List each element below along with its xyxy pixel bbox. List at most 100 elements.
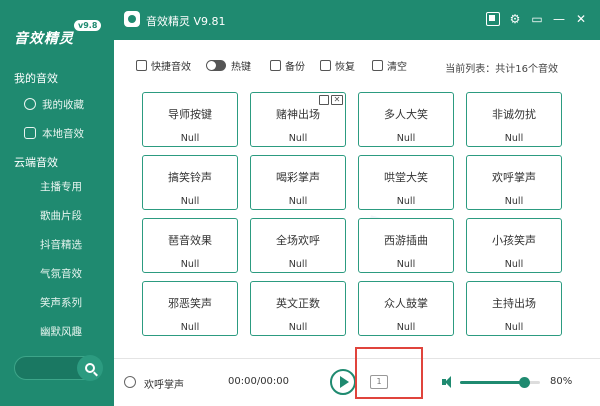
sound-name: 喝彩掌声 xyxy=(276,171,320,184)
hotkey-value: Null xyxy=(396,196,416,207)
play-button[interactable] xyxy=(330,369,356,395)
sound-name: 西游插曲 xyxy=(384,234,428,247)
clear-button[interactable]: 清空 xyxy=(372,58,407,73)
sound-card[interactable]: 琶音效果 Null xyxy=(142,218,238,273)
hotkey-value: Null xyxy=(504,259,524,270)
sidebar-item-song-clips[interactable]: 歌曲片段 xyxy=(0,203,114,227)
hotkey-value: Null xyxy=(180,196,200,207)
sidebar: 音效精灵 v9.8 我的音效 我的收藏 本地音效 云端音效 主播专用 歌曲片段 … xyxy=(0,0,114,406)
sound-card[interactable]: 邪恶笑声 Null xyxy=(142,281,238,336)
sound-name: 哄堂大笑 xyxy=(384,171,428,184)
sidebar-item-label: 本地音效 xyxy=(42,127,84,140)
sound-card[interactable]: ✕ 赌神出场 Null xyxy=(250,92,346,147)
list-icon xyxy=(136,60,147,71)
volume-icon[interactable] xyxy=(442,376,454,388)
sound-card[interactable]: 小孩笑声 Null xyxy=(466,218,562,273)
sound-name: 小孩笑声 xyxy=(492,234,536,247)
restore-button[interactable]: 恢复 xyxy=(320,58,355,73)
hotkey-value: Null xyxy=(288,322,308,333)
sound-name: 主持出场 xyxy=(492,297,536,310)
sound-card[interactable]: 英文正数 Null xyxy=(250,281,346,336)
sound-card[interactable]: 欢呼掌声 Null xyxy=(466,155,562,210)
volume-knob[interactable] xyxy=(519,377,530,388)
section-my-sounds: 我的音效 xyxy=(14,72,58,85)
title-bar: 音效精灵 V9.81 ⚙ ▭ — ✕ xyxy=(114,0,600,40)
local-folder-icon xyxy=(24,127,36,139)
now-playing-title: 欢呼掌声 xyxy=(144,380,184,391)
sidebar-item-douyin[interactable]: 抖音精选 xyxy=(0,232,114,256)
toggle-switch[interactable] xyxy=(206,60,226,71)
sound-name: 多人大笑 xyxy=(384,108,428,121)
sidebar-item-favorites[interactable]: 我的收藏 xyxy=(0,92,114,116)
logo-text: 音效精灵 xyxy=(14,31,74,47)
sound-name: 琶音效果 xyxy=(168,234,212,247)
sidebar-item-atmosphere[interactable]: 气氛音效 xyxy=(0,261,114,285)
hotkey-value: Null xyxy=(180,133,200,144)
sound-card[interactable]: 非诚勿扰 Null xyxy=(466,92,562,147)
sound-name: 导师按键 xyxy=(168,108,212,121)
hotkey-value: Null xyxy=(504,322,524,333)
sound-name: 赌神出场 xyxy=(276,108,320,121)
highlight-box xyxy=(355,347,423,399)
list-status: 当前列表：共计16个音效 xyxy=(445,64,558,75)
sound-name: 欢呼掌声 xyxy=(492,171,536,184)
volume-fill xyxy=(460,381,524,384)
sound-name: 搞笑铃声 xyxy=(168,171,212,184)
quick-sounds-button[interactable]: 快捷音效 xyxy=(136,58,191,73)
sound-card[interactable]: 哄堂大笑 Null xyxy=(358,155,454,210)
app-logo: 音效精灵 v9.8 xyxy=(8,14,108,50)
volume-slider[interactable] xyxy=(460,377,540,388)
sidebar-item-laughter[interactable]: 笑声系列 xyxy=(0,290,114,314)
trash-icon xyxy=(372,60,383,71)
skin-icon[interactable] xyxy=(486,12,500,26)
hotkey-value: Null xyxy=(396,259,416,270)
section-cloud-sounds: 云端音效 xyxy=(14,156,58,169)
sound-card[interactable]: 导师按键 Null xyxy=(142,92,238,147)
edit-icon[interactable] xyxy=(319,95,329,105)
sidebar-item-local[interactable]: 本地音效 xyxy=(0,121,114,145)
close-icon[interactable]: ✕ xyxy=(574,12,588,26)
sound-card[interactable]: 全场欢呼 Null xyxy=(250,218,346,273)
volume-percent: 80% xyxy=(550,376,573,387)
backup-button[interactable]: 备份 xyxy=(270,58,305,73)
loop-mode-button[interactable]: 1 xyxy=(370,375,388,389)
hotkey-value: Null xyxy=(504,133,524,144)
app-icon xyxy=(124,11,140,27)
hotkey-value: Null xyxy=(396,133,416,144)
sound-name: 非诚勿扰 xyxy=(492,108,536,121)
backup-icon xyxy=(270,60,281,71)
playback-time: 00:00/00:00 xyxy=(228,376,290,387)
sound-card[interactable]: 西游插曲 Null xyxy=(358,218,454,273)
sidebar-item-label: 我的收藏 xyxy=(42,98,84,111)
clear-label: 清空 xyxy=(387,62,407,73)
sound-name: 英文正数 xyxy=(276,297,320,310)
hotkey-toggle[interactable]: 热键 xyxy=(206,58,251,73)
sound-card[interactable]: 主持出场 Null xyxy=(466,281,562,336)
minimize-to-tray-icon[interactable]: ▭ xyxy=(530,12,544,26)
toolbar: 快捷音效 热键 备份 恢复 清空 当前列表：共计16个音效 xyxy=(114,50,600,80)
hotkey-label: 热键 xyxy=(231,62,251,73)
now-playing-icon xyxy=(124,376,136,388)
quick-sounds-label: 快捷音效 xyxy=(151,62,191,73)
restore-label: 恢复 xyxy=(335,62,355,73)
sidebar-search-input[interactable] xyxy=(14,355,103,381)
hotkey-value: Null xyxy=(288,196,308,207)
sound-card[interactable]: 喝彩掌声 Null xyxy=(250,155,346,210)
sound-card[interactable]: 多人大笑 Null xyxy=(358,92,454,147)
hotkey-value: Null xyxy=(180,259,200,270)
sound-card[interactable]: 搞笑铃声 Null xyxy=(142,155,238,210)
sidebar-item-streamer[interactable]: 主播专用 xyxy=(0,174,114,198)
hotkey-value: Null xyxy=(288,259,308,270)
version-badge: v9.8 xyxy=(74,20,102,31)
settings-icon[interactable]: ⚙ xyxy=(508,12,522,26)
minimize-icon[interactable]: — xyxy=(552,12,566,26)
search-button[interactable] xyxy=(77,355,103,381)
delete-icon[interactable]: ✕ xyxy=(331,95,343,105)
hotkey-value: Null xyxy=(504,196,524,207)
favorite-icon xyxy=(24,98,36,110)
sidebar-item-humor[interactable]: 幽默风趣 xyxy=(0,319,114,343)
sound-name: 全场欢呼 xyxy=(276,234,320,247)
hotkey-value: Null xyxy=(288,133,308,144)
window-title: 音效精灵 V9.81 xyxy=(146,15,226,28)
sound-card[interactable]: 众人鼓掌 Null xyxy=(358,281,454,336)
